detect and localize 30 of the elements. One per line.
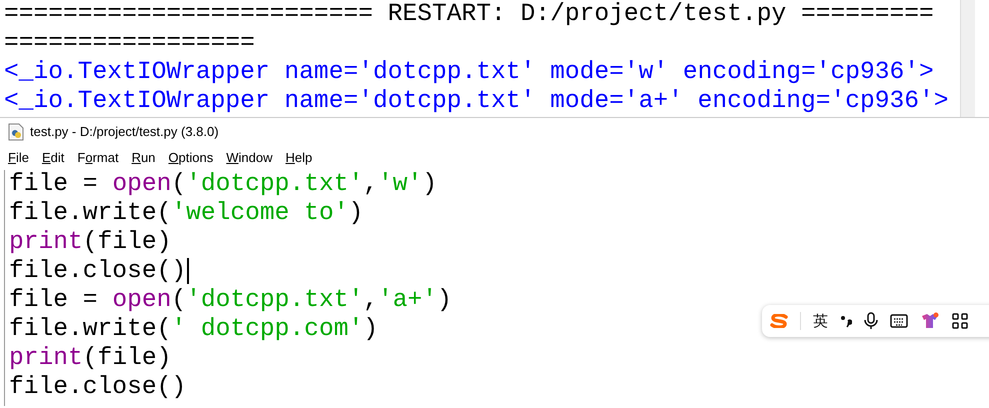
code-line: file.close() <box>9 257 190 286</box>
menu-item[interactable]: Options <box>168 150 214 165</box>
code-line: file.write('welcome to') <box>9 199 364 228</box>
grid-icon[interactable] <box>952 313 968 329</box>
code-line: print(file) <box>9 228 172 257</box>
restart-line: ========================= RESTART: D:/project/test.py ========= <box>4 0 934 29</box>
scrollbar[interactable] <box>960 0 975 117</box>
code-line: file = open('dotcpp.txt','a+') <box>9 286 452 315</box>
menu-item[interactable]: Help <box>286 150 312 165</box>
input-mode[interactable]: 英 <box>813 312 828 330</box>
text-cursor <box>187 258 190 284</box>
menu-item[interactable]: Edit <box>42 150 64 165</box>
code-line: print(file) <box>9 344 172 373</box>
keyboard-icon[interactable] <box>890 314 908 328</box>
menu-item[interactable]: Format <box>77 150 119 165</box>
menu-item[interactable]: File <box>8 150 29 165</box>
code-line: file.write(' dotcpp.com') <box>9 315 378 344</box>
file-icon <box>8 122 24 140</box>
shell-output: <_io.TextIOWrapper name='dotcpp.txt' mode='w' encoding='cp936'> <box>4 58 934 87</box>
punctuation-icon[interactable] <box>840 314 852 328</box>
restart-line: ================= <box>4 29 255 58</box>
logo-icon[interactable] <box>770 314 788 328</box>
menu-item[interactable]: Window <box>226 150 272 165</box>
shirt-icon[interactable] <box>920 312 940 330</box>
code-line: file = open('dotcpp.txt','w') <box>9 170 438 199</box>
microphone-icon[interactable] <box>864 312 878 330</box>
code-line: file.close() <box>9 373 186 402</box>
menu-item[interactable]: Run <box>132 150 156 165</box>
window-title: test.py - D:/project/test.py (3.8.0) <box>30 124 219 139</box>
shell-output: <_io.TextIOWrapper name='dotcpp.txt' mode='a+' encoding='cp936'> <box>4 87 949 116</box>
